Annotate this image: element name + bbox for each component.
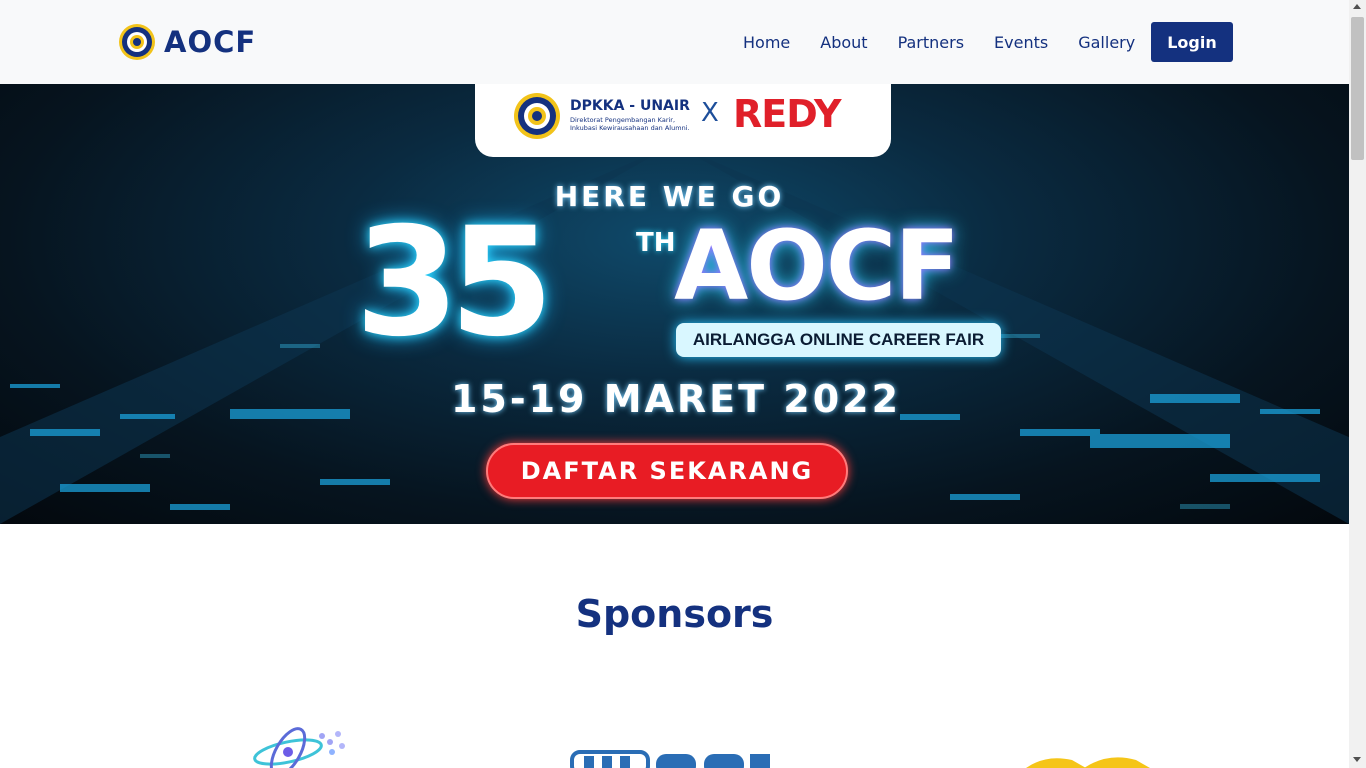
nav-partners-link[interactable]: Partners [898,33,964,52]
hero-edition-ordinal: TH [636,228,676,258]
sponsor-yellow-logo-icon[interactable] [1026,754,1166,768]
vertical-scrollbar[interactable] [1349,0,1366,768]
brand[interactable]: AOCF [118,23,256,61]
nav-links: Home About Partners Events Gallery [728,0,1150,84]
hero-subtitle: AIRLANGGA ONLINE CAREER FAIR [692,330,985,349]
hero-title: AOCF [674,210,960,322]
redy-logo: REDY [733,92,842,136]
hero-edition-number: 35 [355,196,554,370]
scroll-down-arrow-icon[interactable] [1353,757,1361,762]
register-now-button[interactable]: DAFTAR SEKARANG [486,443,848,499]
sponsor-bri-logo-icon[interactable] [570,748,776,768]
aocf-logo-icon [119,24,155,60]
hero-tagline: HERE WE GO [554,180,785,213]
hero-banner: DPKKA - UNAIR Direktorat Pengembangan Ka… [0,84,1349,524]
sponsor-atom-logo-icon[interactable] [252,724,348,768]
partner-separator: X [701,98,719,128]
unair-logo-icon [514,93,560,139]
login-button[interactable]: Login [1151,22,1233,62]
brand-name: AOCF [164,25,257,59]
nav-home-link[interactable]: Home [743,33,790,52]
sponsors-title: Sponsors [575,592,774,636]
scrollbar-thumb[interactable] [1351,17,1364,160]
hero-date: 15-19 MARET 2022 [450,377,902,421]
hero-subtitle-pill: AIRLANGGA ONLINE CAREER FAIR [676,323,1001,357]
nav-events-link[interactable]: Events [994,33,1048,52]
partner-name: DPKKA - UNAIR [570,98,690,114]
partner-subtitle: Direktorat Pengembangan Karir, Inkubasi … [570,116,690,132]
scroll-up-arrow-icon[interactable] [1353,4,1361,9]
navbar: AOCF Home About Partners Events Gallery … [0,0,1349,84]
partner-card: DPKKA - UNAIR Direktorat Pengembangan Ka… [475,84,891,157]
nav-gallery-link[interactable]: Gallery [1078,33,1135,52]
nav-about-link[interactable]: About [820,33,867,52]
register-now-label: DAFTAR SEKARANG [520,457,814,485]
